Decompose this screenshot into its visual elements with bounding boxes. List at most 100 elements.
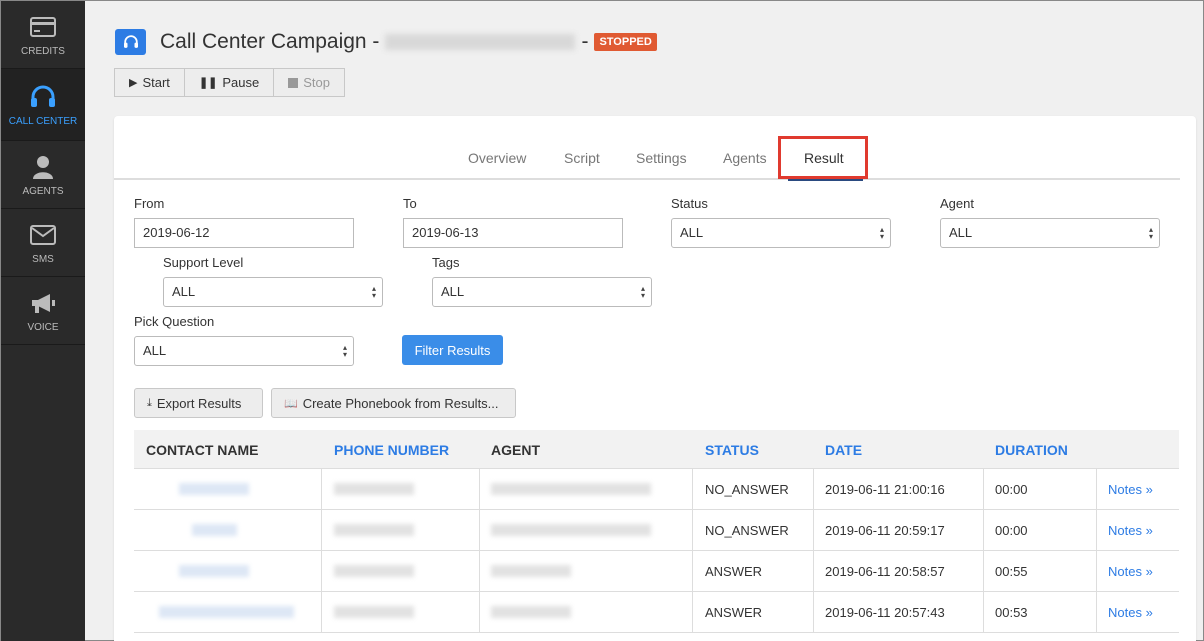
agent-redacted [491, 483, 651, 495]
phone-number-redacted [334, 483, 414, 495]
start-label: Start [142, 75, 170, 90]
stop-label: Stop [303, 75, 330, 90]
table-row: ANSWER 2019-06-11 20:58:57 00:55 Notes » [134, 551, 1179, 592]
export-results-label: Export Results [156, 395, 242, 411]
export-results-button[interactable]: ⤓ Export Results [134, 388, 263, 418]
sidebar-item-label: AGENTS [22, 186, 64, 197]
notes-link[interactable]: Notes » [1108, 482, 1153, 497]
duration-cell: 00:53 [995, 605, 1028, 620]
col-agent: AGENT [491, 442, 540, 458]
sidebar: CREDITS CALL CENTER AGENTS SMS VOICE [1, 1, 85, 641]
sidebar-item-label: VOICE [27, 322, 59, 333]
col-duration[interactable]: DURATION [995, 442, 1068, 458]
contact-name-redacted[interactable] [192, 524, 237, 536]
agent-redacted [491, 606, 571, 618]
col-phone-number[interactable]: PHONE NUMBER [334, 442, 449, 458]
status-label: Status [671, 196, 708, 211]
table-header: CONTACT NAME PHONE NUMBER AGENT STATUS D… [134, 430, 1179, 469]
pause-label: Pause [222, 75, 260, 90]
tags-label: Tags [432, 255, 460, 270]
sidebar-item-label: CREDITS [21, 46, 65, 57]
contact-name-redacted[interactable] [159, 606, 294, 618]
book-icon: 📖 [284, 397, 298, 410]
status-cell: NO_ANSWER [705, 482, 789, 497]
to-label: To [403, 196, 417, 211]
credit-card-icon [28, 12, 58, 42]
table-row: ANSWER 2019-06-11 20:57:43 00:53 Notes » [134, 592, 1179, 633]
page-title-suffix: - [581, 30, 589, 53]
headset-icon [115, 29, 146, 55]
megaphone-icon [28, 288, 58, 318]
col-status[interactable]: STATUS [705, 442, 759, 458]
notes-link[interactable]: Notes » [1108, 605, 1153, 620]
stop-icon [288, 77, 299, 88]
notes-link[interactable]: Notes » [1108, 564, 1153, 579]
result-card: Overview Script Settings Agents Result F… [114, 116, 1196, 641]
agent-label: Agent [940, 196, 974, 211]
pick-question-label: Pick Question [134, 314, 215, 329]
agent-select[interactable]: ALL [940, 218, 1160, 248]
status-badge: STOPPED [594, 33, 657, 52]
filter-results-button[interactable]: Filter Results [402, 335, 503, 365]
download-icon: ⤓ [147, 396, 152, 409]
sidebar-item-call-center[interactable]: CALL CENTER [1, 69, 85, 141]
sidebar-item-voice[interactable]: VOICE [1, 277, 85, 345]
person-icon [28, 152, 58, 182]
from-label: From [134, 196, 165, 211]
phone-number-redacted [334, 565, 414, 577]
table-row: NO_ANSWER 2019-06-11 20:59:17 00:00 Note… [134, 510, 1179, 551]
from-date-input[interactable]: 2019-06-12 [134, 218, 354, 248]
tab-overview[interactable]: Overview [468, 150, 526, 166]
campaign-name-redacted [385, 34, 576, 51]
sidebar-item-agents[interactable]: AGENTS [1, 141, 85, 209]
envelope-icon [28, 220, 58, 250]
play-icon: ▶ [129, 77, 138, 89]
sidebar-item-label: SMS [32, 254, 54, 265]
campaign-controls: ▶ Start ❚❚ Pause Stop [114, 68, 345, 97]
tags-select[interactable]: ALL [432, 277, 652, 307]
status-cell: ANSWER [705, 564, 763, 579]
phone-number-redacted [334, 524, 414, 536]
contact-name-redacted[interactable] [179, 565, 249, 577]
phone-number-redacted [334, 606, 414, 618]
status-cell: ANSWER [705, 605, 763, 620]
start-button[interactable]: ▶ Start [114, 68, 185, 97]
notes-link[interactable]: Notes » [1108, 523, 1153, 538]
duration-cell: 00:55 [995, 564, 1028, 579]
headset-icon [28, 82, 58, 112]
tab-script[interactable]: Script [564, 150, 600, 166]
status-select[interactable]: ALL [671, 218, 891, 248]
to-date-input[interactable]: 2019-06-13 [403, 218, 623, 248]
sidebar-item-sms[interactable]: SMS [1, 209, 85, 277]
main-content: Call Center Campaign - - STOPPED ▶ Start ❚… [85, 1, 1204, 641]
col-date[interactable]: DATE [825, 442, 862, 458]
tab-settings[interactable]: Settings [636, 150, 687, 166]
agent-redacted [491, 524, 651, 536]
stop-button[interactable]: Stop [274, 68, 345, 97]
result-tab-highlight [778, 136, 868, 179]
date-cell: 2019-06-11 20:57:43 [825, 605, 945, 620]
sidebar-item-label: CALL CENTER [8, 116, 78, 127]
support-level-label: Support Level [163, 255, 244, 270]
date-cell: 2019-06-11 21:00:16 [825, 482, 945, 497]
create-phonebook-button[interactable]: 📖 Create Phonebook from Results... [271, 388, 516, 418]
sidebar-item-credits[interactable]: CREDITS [1, 1, 85, 69]
agent-redacted [491, 565, 571, 577]
col-contact-name: CONTACT NAME [146, 442, 259, 458]
page-title-text: Call Center Campaign - [160, 30, 380, 53]
status-cell: NO_ANSWER [705, 523, 789, 538]
duration-cell: 00:00 [995, 482, 1028, 497]
pause-button[interactable]: ❚❚ Pause [184, 68, 275, 97]
contact-name-redacted[interactable] [179, 483, 249, 495]
duration-cell: 00:00 [995, 523, 1028, 538]
pick-question-select[interactable]: ALL [134, 336, 354, 366]
pause-icon: ❚❚ [198, 77, 218, 89]
tab-bar: Overview Script Settings Agents Result [114, 142, 1180, 180]
support-level-select[interactable]: ALL [163, 277, 383, 307]
date-cell: 2019-06-11 20:59:17 [825, 523, 945, 538]
create-phonebook-label: Create Phonebook from Results... [302, 395, 499, 411]
date-cell: 2019-06-11 20:58:57 [825, 564, 945, 579]
results-table: CONTACT NAME PHONE NUMBER AGENT STATUS D… [134, 430, 1179, 633]
tab-agents[interactable]: Agents [723, 150, 767, 166]
table-row: NO_ANSWER 2019-06-11 21:00:16 00:00 Note… [134, 469, 1179, 510]
